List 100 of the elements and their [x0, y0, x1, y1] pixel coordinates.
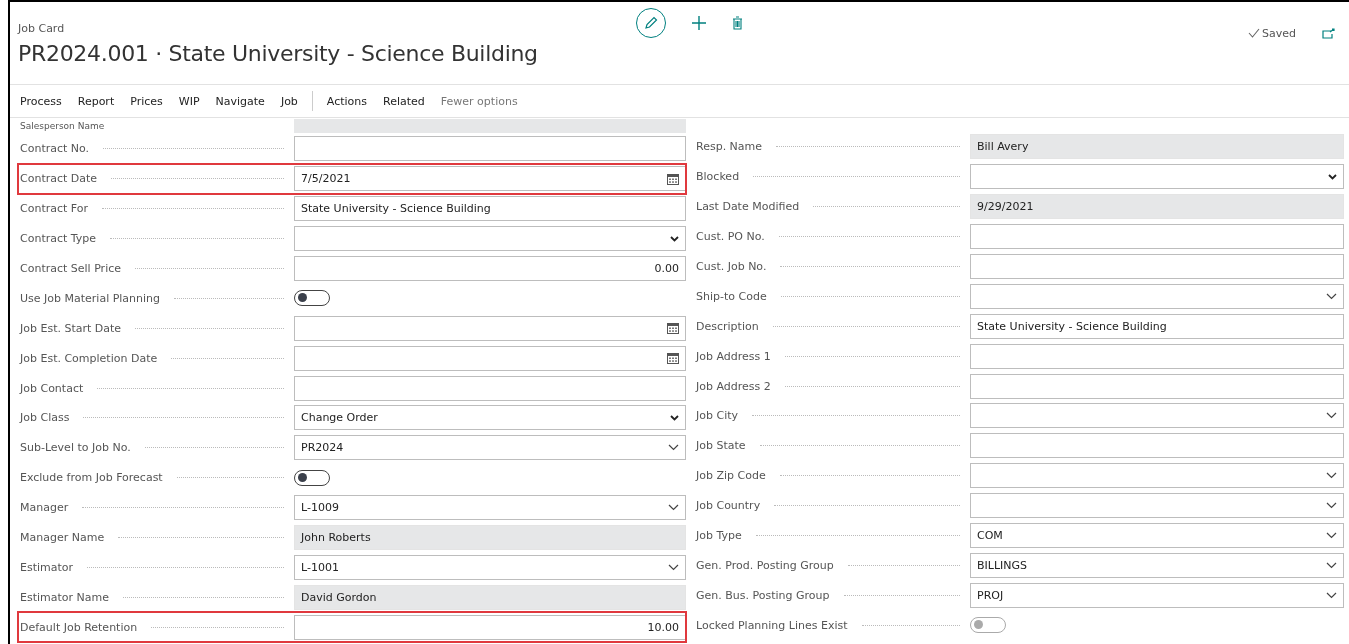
- field-label: Manager: [18, 501, 294, 515]
- field-label: Cust. Job No.: [694, 260, 970, 273]
- field-label: Last Date Modified: [694, 200, 970, 214]
- field-label: Job State: [694, 439, 970, 453]
- field-label: Job Zip Code: [694, 469, 970, 483]
- field-label: Job Country: [694, 499, 970, 513]
- input-field[interactable]: 10.00: [294, 614, 686, 640]
- open-in-new-window-button[interactable]: [1322, 27, 1335, 39]
- input-field[interactable]: [970, 373, 1344, 399]
- dropdown-field[interactable]: L-1001: [294, 554, 686, 580]
- dropdown-field[interactable]: [970, 463, 1344, 489]
- field-label: Cust. PO No.: [694, 230, 970, 244]
- toggle-switch[interactable]: [294, 469, 330, 486]
- date-field[interactable]: 7/5/2021: [294, 166, 686, 192]
- menu-item[interactable]: Fewer options: [432, 94, 526, 108]
- menu-item[interactable]: WIP: [170, 94, 208, 108]
- window-arrow-icon: [1322, 27, 1335, 39]
- input-field[interactable]: 0.00: [294, 256, 686, 281]
- field-label: Contract Date: [18, 172, 294, 186]
- page-caption: Job Card: [18, 22, 66, 35]
- dropdown-field[interactable]: [970, 283, 1344, 309]
- delete-button[interactable]: [732, 16, 743, 30]
- read-only-field: 9/29/2021: [970, 194, 1344, 220]
- chevron-down-icon: [668, 563, 679, 571]
- field-label: Gen. Bus. Posting Group: [694, 588, 970, 602]
- trash-icon: [732, 16, 743, 30]
- chevron-down-icon: [670, 414, 679, 421]
- field-label: Job Type: [694, 529, 970, 542]
- field-label: Contract No.: [18, 142, 294, 156]
- field-label: Job City: [694, 409, 970, 423]
- dropdown-field[interactable]: PROJ: [970, 582, 1344, 608]
- field-label: Exclude from Job Forecast: [18, 471, 294, 485]
- menu-item[interactable]: Job: [272, 94, 306, 108]
- dropdown-field[interactable]: [970, 493, 1344, 519]
- calendar-icon: [667, 172, 679, 185]
- field-label: Locked Planning Lines Exist: [694, 618, 970, 632]
- field-label: Contract Type: [18, 232, 294, 246]
- menu-item[interactable]: Related: [375, 94, 433, 108]
- field-label: Manager Name: [18, 531, 294, 544]
- page-title: PR2024.001 · State University - Science Building: [18, 41, 538, 66]
- menu-item[interactable]: Actions: [318, 94, 376, 108]
- chevron-down-icon: [1326, 532, 1337, 539]
- edit-button[interactable]: [636, 8, 666, 38]
- field-label: Estimator: [18, 560, 294, 574]
- chevron-down-icon: [1326, 561, 1337, 569]
- menu-item[interactable]: Prices: [122, 94, 171, 108]
- chevron-down-icon: [1326, 591, 1337, 599]
- chevron-down-icon: [1326, 472, 1337, 480]
- field-label: Blocked: [694, 170, 970, 184]
- dropdown-field[interactable]: [294, 226, 686, 252]
- chevron-down-icon: [668, 444, 679, 452]
- read-only-field: Bill Avery: [970, 134, 1344, 160]
- read-only-field: John Roberts: [294, 525, 686, 550]
- input-field[interactable]: [970, 343, 1344, 369]
- field-label: Job Est. Completion Date: [18, 351, 294, 365]
- field-label: Default Job Retention: [18, 620, 294, 634]
- dropdown-field[interactable]: [970, 403, 1344, 429]
- input-field[interactable]: [294, 136, 686, 162]
- input-field[interactable]: [970, 224, 1344, 250]
- input-field[interactable]: State University - Science Building: [970, 313, 1344, 339]
- field-label: Sub-Level to Job No.: [18, 441, 294, 455]
- chevron-down-icon: [1326, 292, 1337, 300]
- menu-item[interactable]: Navigate: [207, 94, 273, 108]
- dropdown-field[interactable]: L-1009: [294, 495, 686, 521]
- dropdown-field[interactable]: PR2024: [294, 435, 686, 461]
- new-button[interactable]: [692, 16, 706, 30]
- field-label: Job Address 2: [694, 379, 970, 393]
- checkmark-icon: [1248, 28, 1260, 38]
- date-field[interactable]: [294, 345, 686, 371]
- field-label: Resp. Name: [694, 140, 970, 154]
- field-label: Use Job Material Planning: [18, 291, 294, 305]
- date-field[interactable]: [294, 315, 686, 341]
- field-label: Contract Sell Price: [18, 262, 294, 275]
- field-label: Job Est. Start Date: [18, 321, 294, 335]
- field-label: Description: [694, 319, 970, 333]
- menu-item[interactable]: Process: [20, 94, 70, 108]
- calendar-icon: [667, 352, 679, 365]
- chevron-down-icon: [668, 504, 679, 512]
- chevron-down-icon: [1326, 502, 1337, 510]
- field-label: Job Address 1: [694, 349, 970, 363]
- input-field[interactable]: [970, 254, 1344, 279]
- pencil-icon: [644, 16, 658, 30]
- field-label: Contract For: [18, 202, 294, 216]
- menu-item[interactable]: Report: [69, 94, 123, 108]
- field-label: Estimator Name: [18, 590, 294, 604]
- calendar-icon: [667, 322, 679, 335]
- field-label: Ship-to Code: [694, 289, 970, 303]
- toggle-switch[interactable]: [294, 290, 330, 307]
- dropdown-field[interactable]: BILLINGS: [970, 552, 1344, 578]
- field-label: Salesperson Name: [19, 121, 106, 131]
- dropdown-field[interactable]: [970, 164, 1344, 190]
- chevron-down-icon: [670, 235, 679, 242]
- input-field[interactable]: State University - Science Building: [294, 196, 686, 222]
- input-field[interactable]: [294, 375, 686, 401]
- dropdown-field[interactable]: COM: [970, 523, 1344, 548]
- chevron-down-icon: [1326, 412, 1337, 420]
- read-only-field: David Gordon: [294, 584, 686, 610]
- dropdown-field[interactable]: Change Order: [294, 405, 686, 431]
- input-field[interactable]: [970, 433, 1344, 459]
- field-label: Job Class: [18, 411, 294, 425]
